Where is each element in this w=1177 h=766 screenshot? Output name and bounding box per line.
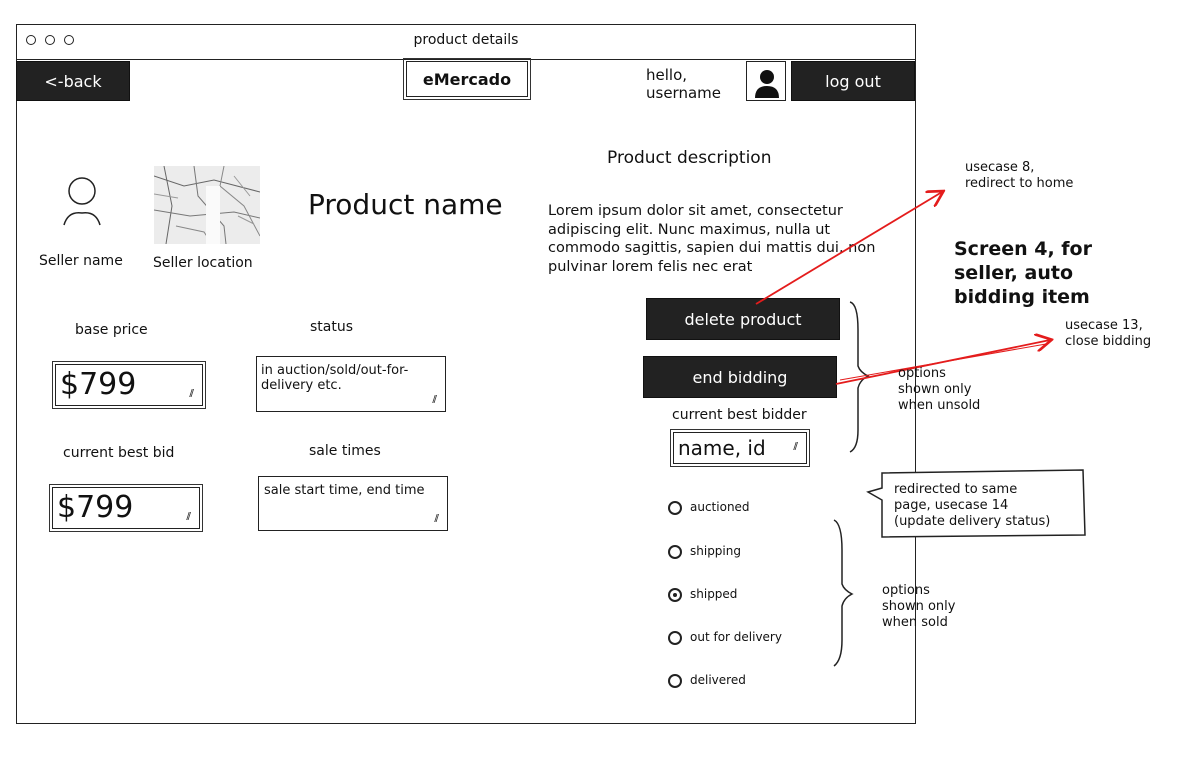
note-line: redirected to same — [894, 482, 1018, 497]
unsold-note: options shown only when unsold — [898, 366, 980, 414]
note-line: seller, auto — [954, 262, 1074, 284]
note-line: shown only — [882, 599, 956, 614]
note-line: shown only — [898, 382, 972, 397]
note-line: usecase 13, — [1065, 318, 1143, 333]
note-line: when unsold — [898, 398, 981, 413]
note-line: when sold — [882, 615, 948, 630]
note-line: bidding item — [954, 286, 1090, 308]
redirect-note: redirected to same page, usecase 14 (upd… — [894, 482, 1050, 530]
brace-sold — [833, 519, 854, 667]
note-line: (update delivery status) — [894, 514, 1051, 529]
note-line: options — [882, 583, 930, 598]
note-line: redirect to home — [965, 176, 1074, 191]
usecase8-note: usecase 8, redirect to home — [965, 160, 1073, 192]
note-line: page, usecase 14 — [894, 498, 1009, 513]
note-line: usecase 8, — [965, 160, 1035, 175]
arrow-usecase8 — [755, 192, 942, 305]
note-line: close bidding — [1065, 334, 1152, 349]
annotation-overlay — [755, 0, 1086, 667]
note-line: Screen 4, for — [954, 238, 1092, 260]
screen-title-note: Screen 4, for seller, auto bidding item — [954, 237, 1092, 309]
note-line: options — [898, 366, 946, 381]
usecase13-note: usecase 13, close bidding — [1065, 318, 1151, 350]
sold-note: options shown only when sold — [882, 583, 955, 631]
